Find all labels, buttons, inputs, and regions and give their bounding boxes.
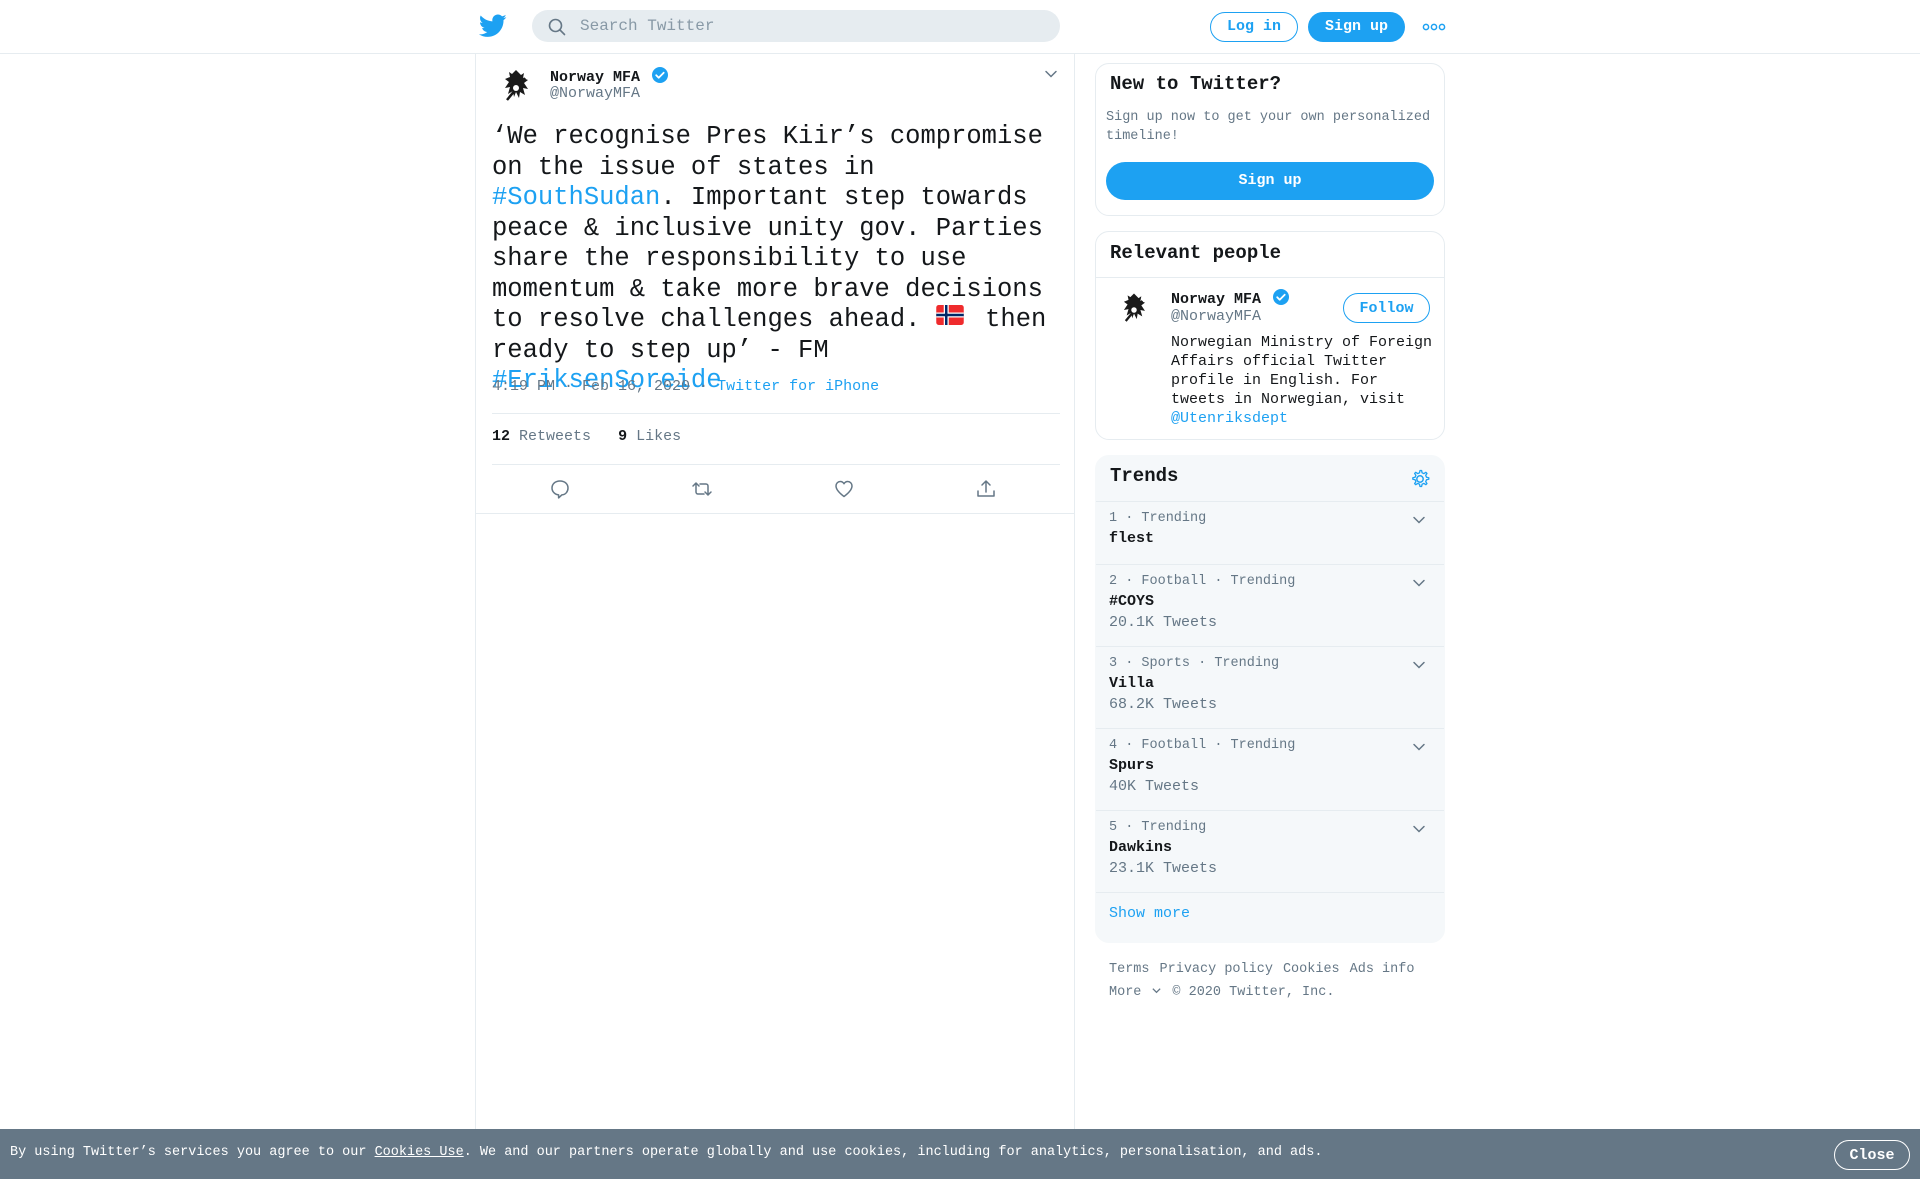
tweet-text: ‘We recognise Pres Kiir’s compromise on … (492, 122, 1052, 397)
footer-terms-link[interactable]: Terms (1109, 962, 1150, 977)
tweet-author-handle[interactable]: @NorwayMFA (550, 85, 640, 102)
footer-cookies-link[interactable]: Cookies (1283, 962, 1340, 977)
card-title: Relevant people (1110, 242, 1282, 264)
cookie-text: By using Twitter’s services you agree to… (10, 1145, 1322, 1160)
chevron-down-icon[interactable] (1411, 657, 1427, 673)
mention-link[interactable]: @Utenriksdept (1171, 410, 1288, 427)
person-name[interactable]: Norway MFA (1171, 288, 1290, 308)
divider (1096, 277, 1444, 278)
person-handle[interactable]: @NorwayMFA (1171, 308, 1261, 325)
twitter-bird-icon[interactable] (479, 14, 507, 38)
trend-name: Spurs (1109, 757, 1155, 774)
trend-context: 5 · Trending (1109, 820, 1207, 835)
author-name-text: Norway MFA (550, 69, 641, 86)
card-body: Sign up now to get your own personalized… (1106, 110, 1431, 144)
person-bio: Norwegian Ministry of Foreign Affairs of… (1171, 333, 1436, 428)
trend-name: flest (1109, 530, 1155, 547)
norway-coat-of-arms-icon[interactable] (1112, 288, 1156, 332)
chevron-down-icon[interactable] (1411, 739, 1427, 755)
divider (476, 513, 1074, 514)
retweet-icon[interactable] (691, 478, 713, 500)
trend-item[interactable]: 2 · Football · Trending #COYS 20.1K Twee… (1096, 564, 1444, 646)
trend-context: 3 · Sports · Trending (1109, 656, 1280, 671)
tweet-text-part: ‘We recognise Pres Kiir’s compromise on … (492, 122, 1043, 182)
top-bar: Log in Sign up (0, 0, 1920, 54)
search-box[interactable] (532, 10, 1060, 42)
trend-item[interactable]: 5 · Trending Dawkins 23.1K Tweets (1096, 810, 1444, 892)
footer-more-link[interactable]: More (1109, 985, 1162, 1000)
trend-count: 40K Tweets (1109, 778, 1200, 795)
verified-badge-icon (1273, 289, 1290, 305)
footer-privacy-link[interactable]: Privacy policy (1160, 962, 1273, 977)
tweet-timestamp[interactable]: 4:19 PM · Feb 16, 2020 (492, 378, 690, 395)
retweet-stat[interactable]: 12 Retweets (492, 428, 591, 445)
chevron-down-icon (1152, 988, 1162, 994)
trend-context: 2 · Football · Trending (1109, 574, 1296, 589)
show-more-row: Show more (1096, 892, 1444, 942)
tweet-meta: 4:19 PM · Feb 16, 2020 · Twitter for iPh… (492, 378, 879, 395)
card-title: New to Twitter? (1110, 73, 1282, 95)
tweet-source-link[interactable]: Twitter for iPhone (717, 378, 879, 395)
login-button[interactable]: Log in (1210, 12, 1298, 42)
card-title: Trends (1110, 465, 1179, 487)
norway-coat-of-arms-icon[interactable] (492, 64, 540, 112)
footer-more-label: More (1109, 985, 1142, 1000)
cookie-banner: By using Twitter’s services you agree to… (0, 1129, 1920, 1179)
trend-count: 68.2K Tweets (1109, 696, 1218, 713)
chevron-down-icon[interactable] (1043, 66, 1059, 82)
trend-context: 1 · Trending (1109, 511, 1207, 526)
search-icon (548, 18, 566, 36)
trend-context: 4 · Football · Trending (1109, 738, 1296, 753)
cookie-text-before: By using Twitter’s services you agree to… (10, 1145, 375, 1160)
footer-ads-link[interactable]: Ads info (1350, 962, 1415, 977)
trend-name: Villa (1109, 675, 1155, 692)
reply-icon[interactable] (549, 478, 571, 500)
signup-button[interactable]: Sign up (1308, 12, 1405, 42)
retweet-count: 12 (492, 428, 511, 445)
new-to-twitter-card: New to Twitter? Sign up now to get your … (1095, 63, 1445, 216)
footer-links: Terms Privacy policy Cookies Ads info More ©… (1109, 958, 1439, 1004)
trend-item[interactable]: 3 · Sports · Trending Villa 68.2K Tweets (1096, 646, 1444, 728)
trend-item[interactable]: 4 · Football · Trending Spurs 40K Tweets (1096, 728, 1444, 810)
gear-icon[interactable] (1409, 468, 1431, 490)
like-label: Likes (636, 428, 682, 445)
follow-button[interactable]: Follow (1343, 293, 1430, 323)
signup-button[interactable]: Sign up (1106, 162, 1434, 200)
trend-name: #COYS (1109, 593, 1155, 610)
like-stat[interactable]: 9 Likes (618, 428, 681, 445)
close-button[interactable]: Close (1834, 1140, 1910, 1170)
bio-text: Norwegian Ministry of Foreign Affairs of… (1171, 334, 1433, 408)
search-input[interactable] (580, 10, 1040, 42)
trend-item[interactable]: 1 · Trending flest (1096, 501, 1444, 564)
relevant-people-card: Relevant people Norway MFA @NorwayMFA Fo… (1095, 231, 1445, 440)
person-name-text: Norway MFA (1171, 291, 1262, 308)
like-icon[interactable] (833, 478, 855, 500)
trend-name: Dawkins (1109, 839, 1173, 856)
meta-separator: · (690, 378, 718, 395)
cookies-use-link[interactable]: Cookies Use (375, 1145, 464, 1160)
trend-count: 20.1K Tweets (1109, 614, 1218, 631)
retweet-label: Retweets (519, 428, 592, 445)
cookie-text-after: . We and our partners operate globally a… (463, 1145, 1323, 1160)
tweet-actions (492, 478, 1060, 508)
share-icon[interactable] (975, 478, 997, 500)
norway-flag-icon (936, 305, 964, 325)
chevron-down-icon[interactable] (1411, 575, 1427, 591)
show-more-link[interactable]: Show more (1109, 905, 1190, 922)
more-dots-icon[interactable] (1422, 18, 1446, 36)
footer-copyright: © 2020 Twitter, Inc. (1172, 985, 1335, 1000)
trend-count: 23.1K Tweets (1109, 860, 1218, 877)
chevron-down-icon[interactable] (1411, 512, 1427, 528)
tweet-stats: 12 Retweets 9 Likes (492, 428, 681, 445)
tweet-column: Norway MFA @NorwayMFA ‘We recognise Pres… (475, 54, 1075, 1129)
verified-badge-icon (652, 67, 669, 83)
trends-card: Trends 1 · Trending flest 2 · Football ·… (1095, 455, 1445, 943)
hashtag-link[interactable]: #SouthSudan (492, 183, 660, 212)
divider (492, 464, 1060, 465)
tweet-author-name[interactable]: Norway MFA (550, 66, 669, 86)
divider (492, 413, 1060, 414)
chevron-down-icon[interactable] (1411, 821, 1427, 837)
like-count: 9 (618, 428, 628, 445)
